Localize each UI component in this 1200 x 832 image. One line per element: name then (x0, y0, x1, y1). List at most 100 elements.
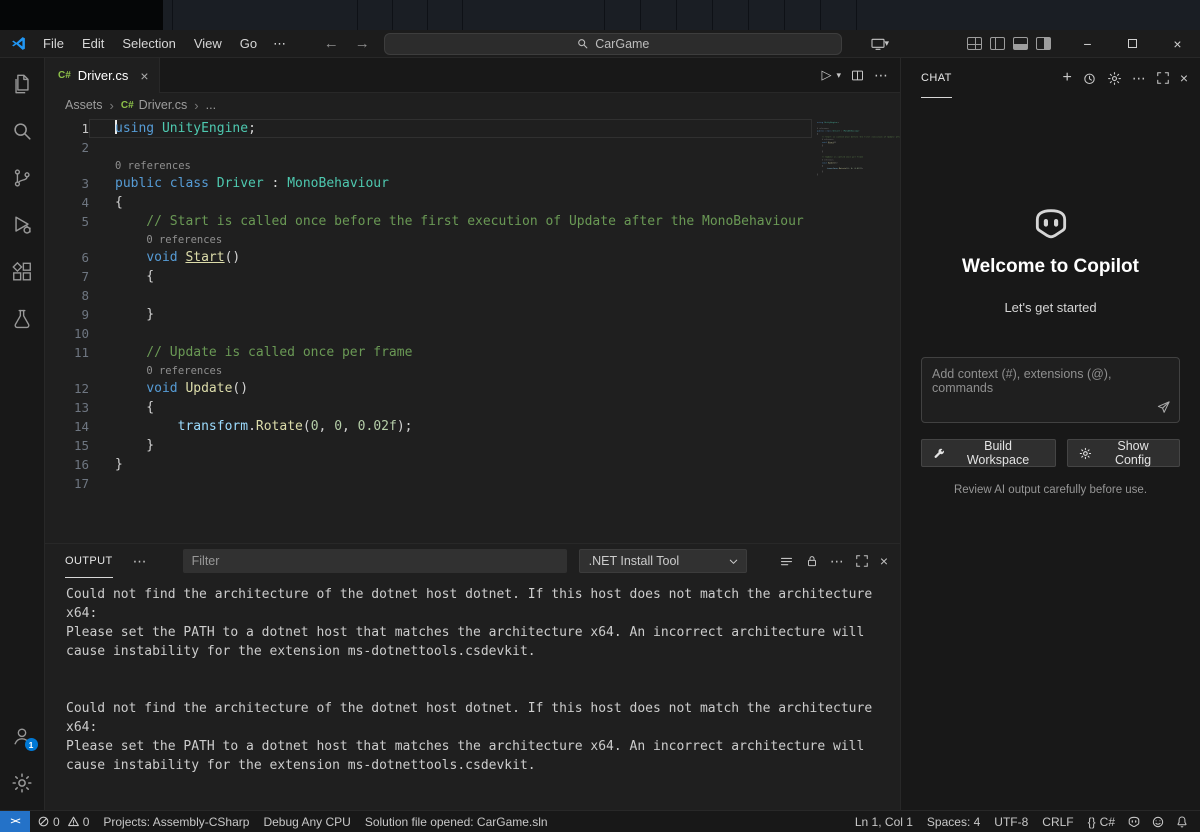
codelens-references[interactable]: 0 references (146, 365, 222, 377)
line-number: 5 (45, 212, 89, 231)
problems-indicator[interactable]: 0 0 (30, 811, 96, 832)
search-view-icon[interactable] (0, 107, 45, 154)
code-line[interactable]: 9 } (45, 305, 812, 324)
tab-driver-cs[interactable]: C# Driver.cs × (45, 58, 160, 93)
tab-output[interactable]: OUTPUT (65, 544, 113, 578)
code-line[interactable]: 17 (45, 474, 812, 493)
toggle-secondary-sidebar-icon[interactable] (1036, 37, 1051, 50)
status-item[interactable]: UTF-8 (987, 811, 1035, 832)
codelens-row[interactable]: 0 references (45, 362, 812, 379)
accounts-icon[interactable]: 1 (0, 712, 45, 759)
build-workspace-button[interactable]: Build Workspace (921, 439, 1056, 467)
minimize-button[interactable]: − (1065, 30, 1110, 58)
explorer-icon[interactable] (0, 60, 45, 107)
breadcrumb-item[interactable]: ... (206, 98, 216, 112)
code-line[interactable]: 13 { (45, 398, 812, 417)
back-icon[interactable]: ← (322, 35, 341, 52)
toggle-primary-sidebar-icon[interactable] (990, 37, 1005, 50)
language-mode[interactable]: {} C# (1081, 811, 1122, 832)
chat-input-box[interactable] (921, 357, 1180, 423)
code-line[interactable]: 6 void Start() (45, 248, 812, 267)
menu-more[interactable]: ⋯ (266, 33, 293, 55)
status-item[interactable]: Projects: Assembly-CSharp (96, 811, 256, 832)
output-actions-icon[interactable] (779, 554, 794, 569)
breadcrumb-item[interactable]: Assets (65, 98, 103, 112)
copilot-status-icon[interactable] (1122, 811, 1146, 832)
codelens-references[interactable]: 0 references (115, 160, 191, 172)
codelens-row[interactable]: 0 references (45, 231, 812, 248)
code-line[interactable]: 12 void Update() (45, 379, 812, 398)
close-panel-icon[interactable]: × (880, 554, 888, 568)
code-line[interactable]: 11 // Update is called once per frame (45, 343, 812, 362)
tab-close-icon[interactable]: × (140, 68, 148, 84)
chat-input[interactable] (922, 358, 1179, 422)
tab-chat[interactable]: CHAT (921, 58, 952, 98)
code-line[interactable]: 3public class Driver : MonoBehaviour (45, 174, 812, 193)
run-code-button[interactable]: ▷ (821, 67, 831, 83)
output-content[interactable]: Could not find the architecture of the d… (45, 578, 900, 810)
menu-view[interactable]: View (185, 33, 231, 55)
run-debug-icon[interactable] (0, 201, 45, 248)
chat-maximize-icon[interactable] (1156, 71, 1170, 85)
feedback-smiley-icon[interactable] (1146, 811, 1170, 832)
customize-layout-icon[interactable]: ▾ (870, 36, 889, 52)
menu-selection[interactable]: Selection (113, 33, 184, 55)
code-line[interactable]: 4{ (45, 193, 812, 212)
settings-gear-icon[interactable] (0, 759, 45, 806)
code-editor[interactable]: 1using UnityEngine;2 0 references 3public … (45, 117, 900, 543)
code-line[interactable]: 14 transform.Rotate(0, 0, 0.02f); (45, 417, 812, 436)
output-channel-select[interactable]: .NET Install Tool (579, 549, 747, 573)
editor-more-actions-icon[interactable]: ⋯ (874, 67, 888, 84)
status-item[interactable]: Ln 1, Col 1 (848, 811, 920, 832)
split-editor-icon[interactable] (850, 68, 865, 83)
chat-settings-gear-icon[interactable] (1107, 71, 1122, 86)
source-control-icon[interactable] (0, 154, 45, 201)
code-line[interactable]: 15 } (45, 436, 812, 455)
code-line[interactable]: 16} (45, 455, 812, 474)
codelens-row[interactable]: 0 references (45, 157, 812, 174)
remote-indicator[interactable]: >< (0, 811, 30, 832)
status-bar: >< 0 0 Projects: Assembly-CSharpDebug An… (0, 810, 1200, 832)
forward-icon[interactable]: → (353, 35, 372, 52)
close-window-button[interactable]: × (1155, 30, 1200, 58)
search-icon (576, 37, 589, 50)
chat-more-actions-icon[interactable]: ⋯ (1132, 71, 1146, 85)
menu-edit[interactable]: Edit (73, 33, 113, 55)
maximize-panel-icon[interactable] (855, 554, 869, 568)
status-item[interactable]: Spaces: 4 (920, 811, 987, 832)
output-filter-input[interactable] (183, 549, 567, 573)
line-number: 17 (45, 474, 89, 493)
chat-history-icon[interactable] (1082, 71, 1097, 86)
minimap[interactable]: 1using UnityEngine;20 references3public … (812, 117, 900, 543)
chat-welcome-title: Welcome to Copilot (962, 256, 1139, 278)
new-chat-icon[interactable]: + (1062, 70, 1071, 86)
code-line[interactable]: 7 { (45, 267, 812, 286)
panel-more-actions-icon[interactable]: ⋯ (830, 553, 844, 570)
code-line[interactable]: 2 (45, 138, 812, 157)
testing-icon[interactable] (0, 295, 45, 342)
panel-more-tabs-icon[interactable]: ⋯ (133, 553, 147, 570)
codelens-references[interactable]: 0 references (146, 234, 222, 246)
status-item[interactable]: Debug Any CPU (256, 811, 357, 832)
run-dropdown-icon[interactable]: ▾ (836, 70, 841, 81)
chat-close-icon[interactable]: × (1180, 71, 1188, 85)
code-line[interactable]: 8 (45, 286, 812, 305)
bell-icon[interactable] (1170, 811, 1194, 832)
lock-scroll-icon[interactable] (805, 554, 819, 568)
toggle-panel-icon[interactable] (1013, 37, 1028, 50)
code-line[interactable]: 5 // Start is called once before the fir… (45, 212, 812, 231)
maximize-button[interactable] (1110, 30, 1155, 58)
breadcrumb-item[interactable]: C#Driver.cs (121, 98, 187, 112)
status-item[interactable]: CRLF (1035, 811, 1080, 832)
menu-file[interactable]: File (34, 33, 73, 55)
status-item[interactable]: Solution file opened: CarGame.sln (358, 811, 555, 832)
menu-go[interactable]: Go (231, 33, 266, 55)
send-icon[interactable] (1156, 400, 1171, 415)
code-line[interactable]: 10 (45, 324, 812, 343)
layout-grid-icon[interactable] (967, 37, 982, 50)
copilot-logo-icon (1031, 204, 1071, 244)
extensions-icon[interactable] (0, 248, 45, 295)
show-config-button[interactable]: Show Config (1067, 439, 1180, 467)
search-input[interactable]: CarGame (384, 33, 842, 55)
code-line[interactable]: 1using UnityEngine; (45, 119, 812, 138)
